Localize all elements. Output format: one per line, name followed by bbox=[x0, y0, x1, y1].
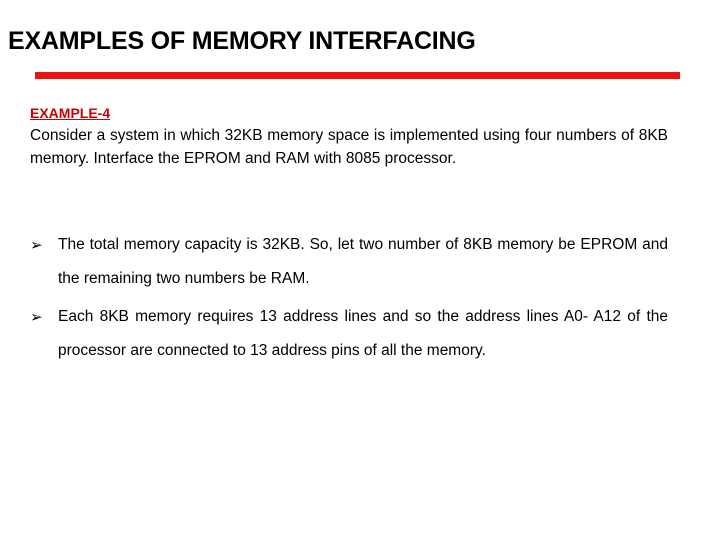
slide: EXAMPLES OF MEMORY INTERFACING EXAMPLE-4… bbox=[0, 0, 720, 540]
list-item-text: The total memory capacity is 32KB. So, l… bbox=[58, 236, 668, 287]
title-divider-rule bbox=[35, 72, 680, 79]
example-label-wrapper: EXAMPLE-4 bbox=[30, 105, 668, 124]
body-content: EXAMPLE-4 Consider a system in which 32K… bbox=[30, 105, 668, 170]
page-title: EXAMPLES OF MEMORY INTERFACING bbox=[8, 27, 476, 55]
example-label: EXAMPLE-4 bbox=[30, 105, 111, 121]
arrowhead-bullet-icon: ➢ bbox=[30, 236, 43, 254]
intro-paragraph: Consider a system in which 32KB memory s… bbox=[30, 127, 668, 167]
bullet-list: ➢ The total memory capacity is 32KB. So,… bbox=[30, 228, 668, 368]
arrowhead-bullet-icon: ➢ bbox=[30, 308, 43, 326]
list-item: ➢ The total memory capacity is 32KB. So,… bbox=[30, 228, 668, 296]
list-item: ➢ Each 8KB memory requires 13 address li… bbox=[30, 300, 668, 368]
list-item-text: Each 8KB memory requires 13 address line… bbox=[58, 308, 668, 359]
